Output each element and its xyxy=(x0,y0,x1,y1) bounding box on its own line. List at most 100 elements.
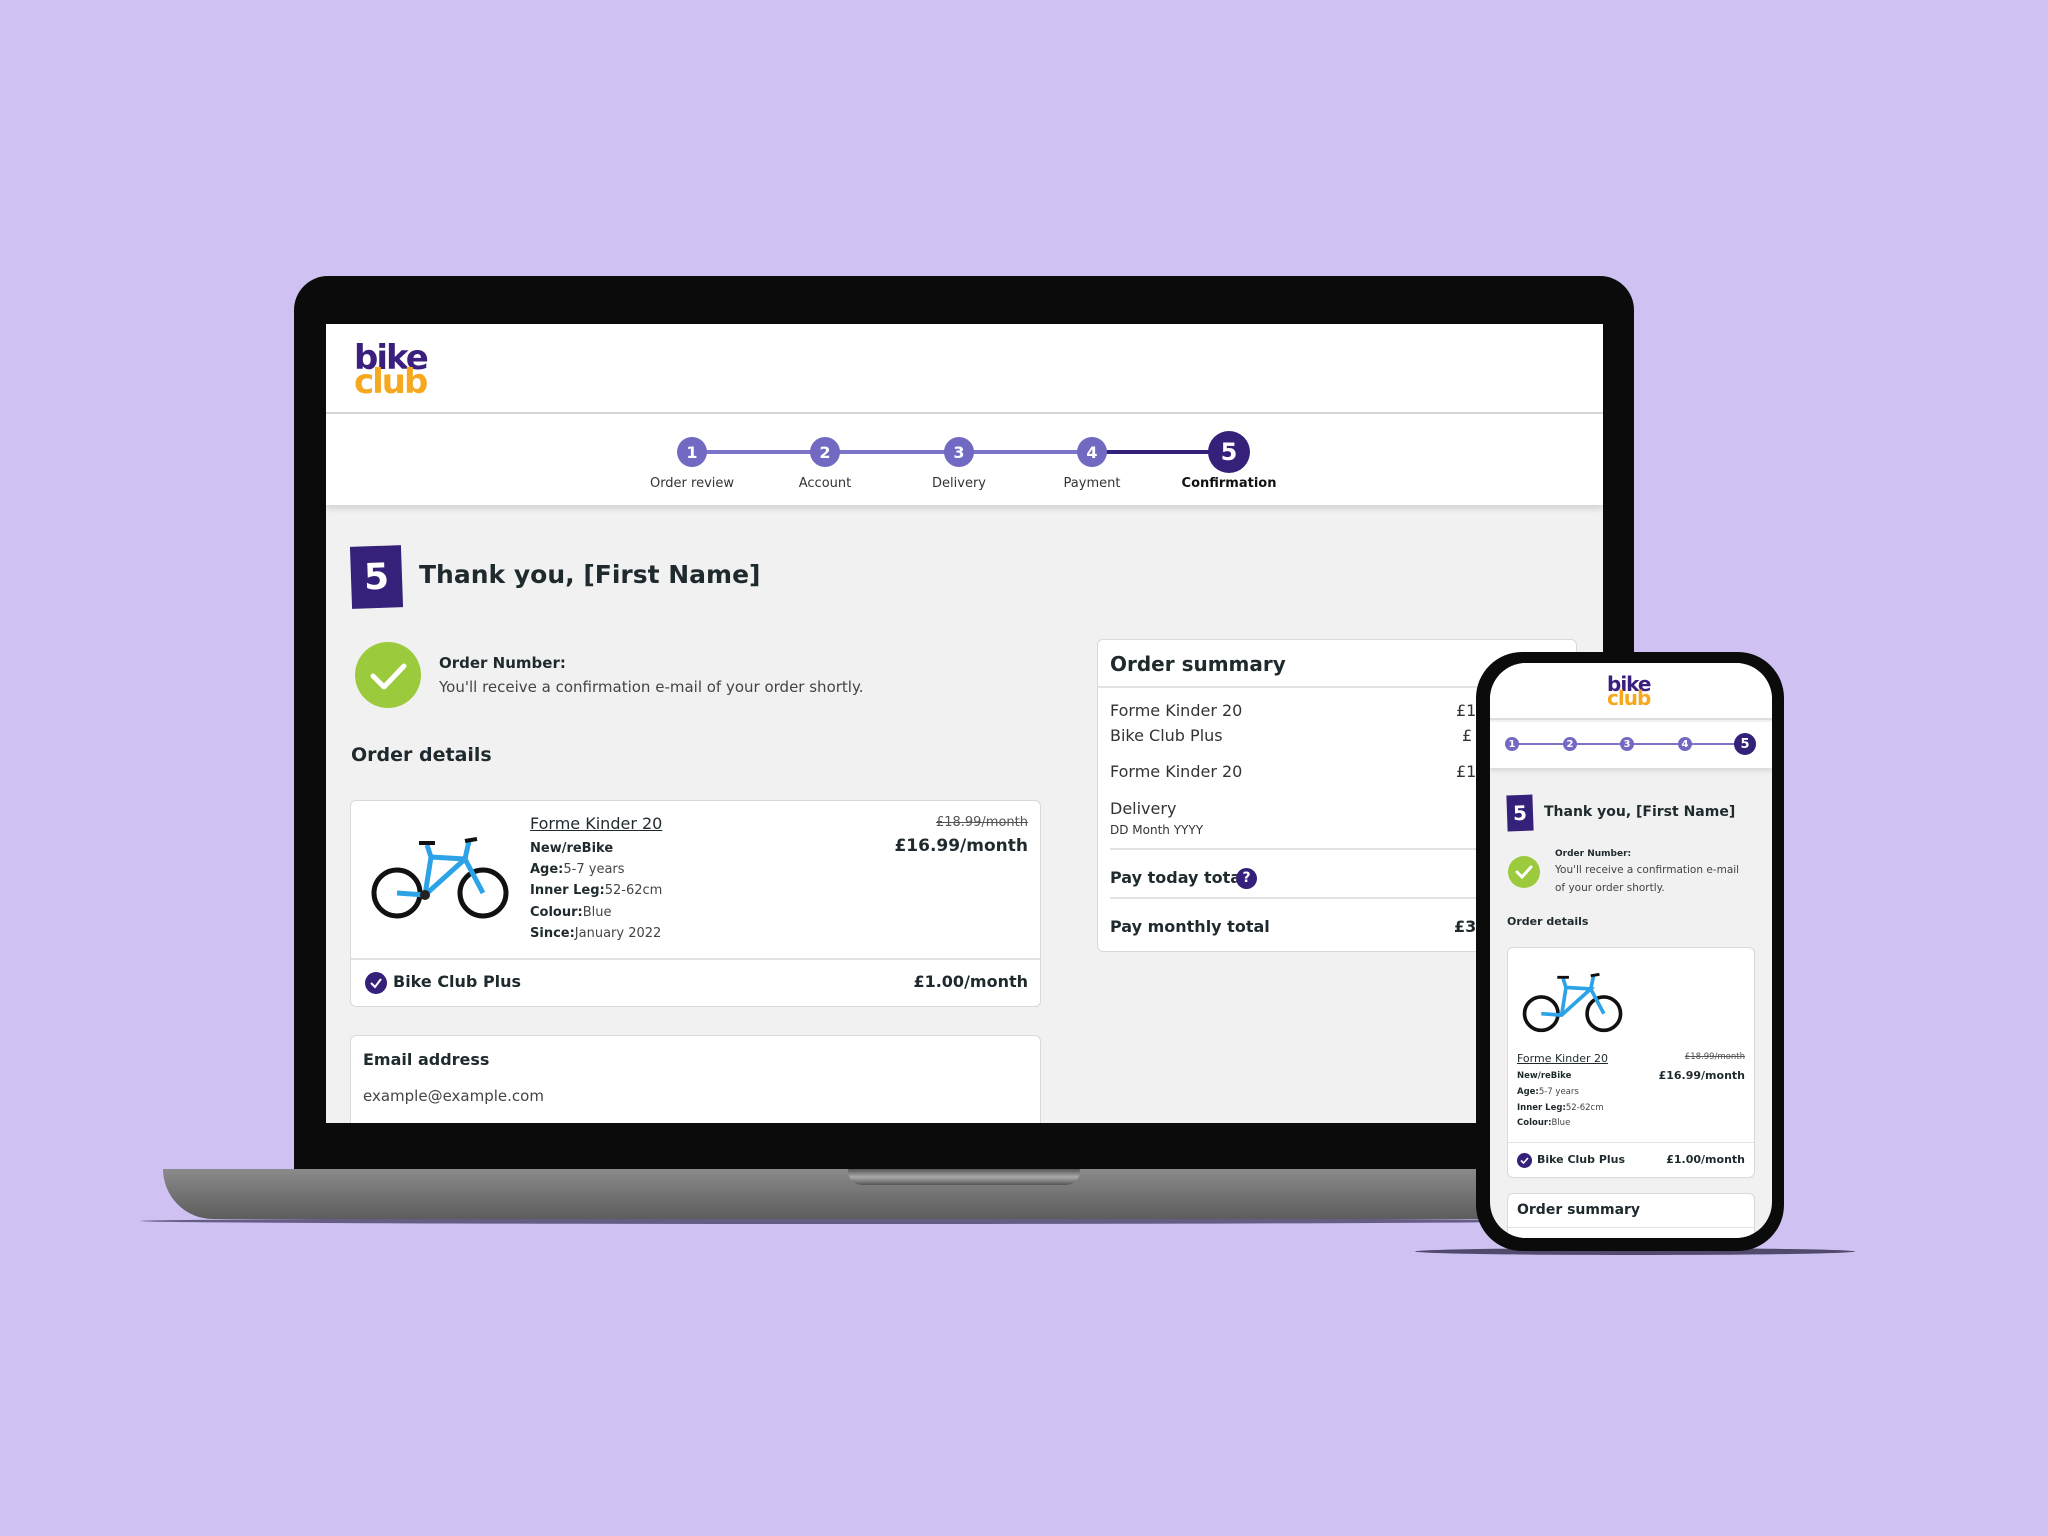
page-title: Thank you, [First Name] xyxy=(419,560,761,589)
page-title: Thank you, [First Name] xyxy=(1544,804,1736,820)
colour-label: Colour: xyxy=(530,905,583,920)
divider xyxy=(351,958,1040,960)
step-number: 2 xyxy=(1566,738,1574,750)
step-number: 4 xyxy=(1086,442,1098,462)
progress-stepper: 1 2 3 4 5 Order review Account Delivery … xyxy=(326,414,1603,505)
step-4[interactable]: 4 xyxy=(1077,437,1107,467)
since-value: January 2022 xyxy=(574,926,662,941)
step-label: Payment xyxy=(1063,476,1121,491)
header: bike club xyxy=(326,324,1603,414)
checkmark-icon xyxy=(365,972,387,994)
order-summary-heading: Order summary xyxy=(1110,652,1286,676)
email-card: Email address example@example.com xyxy=(350,1035,1041,1123)
colour-label: Colour: xyxy=(1517,1118,1552,1128)
step-number: 5 xyxy=(1220,438,1238,466)
addon-name: Bike Club Plus xyxy=(1537,1153,1626,1166)
step-badge: 5 xyxy=(1506,794,1534,832)
product-leg: Inner Leg:52-62cm xyxy=(530,883,662,898)
product-since: Since:January 2022 xyxy=(530,926,661,941)
age-value: 5-7 years xyxy=(563,862,625,877)
delivery-date: DD Month YYYY xyxy=(1110,823,1204,837)
step-label: Order review xyxy=(649,476,735,491)
laptop-notch xyxy=(848,1169,1080,1185)
product-colour: Colour:Blue xyxy=(530,905,612,920)
step-badge-number: 5 xyxy=(363,556,390,598)
email-label: Email address xyxy=(363,1050,490,1069)
summary-row-value: £1 xyxy=(1456,701,1477,720)
summary-row-label: Bike Club Plus xyxy=(1110,726,1223,745)
stepper-line-active xyxy=(1092,450,1226,454)
colour-value: Blue xyxy=(582,905,612,920)
product-name-link[interactable]: Forme Kinder 20 xyxy=(530,814,662,833)
step-5[interactable]: 5 xyxy=(1208,431,1250,473)
step-number: 1 xyxy=(686,442,698,462)
current-price: £16.99/month xyxy=(1658,1069,1745,1082)
addon-name: Bike Club Plus xyxy=(393,972,522,991)
summary-row-value: £1 xyxy=(1456,762,1477,781)
product-card: Forme Kinder 20 New/reBike Age:5-7 years… xyxy=(350,800,1041,1007)
step-5[interactable]: 5 xyxy=(1734,733,1756,755)
step-3[interactable]: 3 xyxy=(1620,737,1634,751)
divider xyxy=(1508,1227,1754,1228)
step-4[interactable]: 4 xyxy=(1678,737,1692,751)
age-label: Age: xyxy=(530,862,564,877)
product-age: Age:5-7 years xyxy=(530,862,625,877)
step-1[interactable]: 1 xyxy=(1505,737,1519,751)
leg-value: 52-62cm xyxy=(1565,1103,1604,1113)
step-number: 3 xyxy=(953,442,965,462)
step-badge: 5 xyxy=(349,545,404,609)
delivery-label: Delivery xyxy=(1110,799,1177,818)
laptop-screen: bike club 1 2 3 4 5 Order review Account… xyxy=(326,324,1603,1123)
pay-today-label: Pay today total xyxy=(1110,868,1247,887)
step-number: 4 xyxy=(1681,738,1689,750)
logo-text-bottom: club xyxy=(354,362,428,403)
confirmation-message: of your order shortly. xyxy=(1555,882,1665,894)
success-check-icon xyxy=(355,642,421,708)
leg-label: Inner Leg: xyxy=(530,883,605,898)
success-check-icon xyxy=(1508,856,1540,888)
divider xyxy=(1508,1142,1754,1143)
leg-label: Inner Leg: xyxy=(1517,1103,1566,1113)
old-price: £18.99/month xyxy=(935,815,1028,830)
step-2[interactable]: 2 xyxy=(1563,737,1577,751)
pay-monthly-label: Pay monthly total xyxy=(1110,917,1270,936)
help-question-icon[interactable]: ? xyxy=(1236,868,1257,889)
email-value: example@example.com xyxy=(363,1087,544,1105)
step-label-current: Confirmation xyxy=(1181,476,1277,491)
order-number-label: Order Number: xyxy=(1555,849,1632,859)
age-label: Age: xyxy=(1517,1087,1539,1097)
product-card: Forme Kinder 20 New/reBike Age:5-7 years… xyxy=(1507,947,1755,1178)
order-summary-heading: Order summary xyxy=(1517,1202,1641,1218)
phone-screen: bike club 1 2 3 4 5 5 Thank you, [First N… xyxy=(1490,663,1772,1238)
summary-row-label: Forme Kinder 20 xyxy=(1110,701,1243,720)
product-condition: New/reBike xyxy=(1517,1071,1572,1081)
step-label: Delivery xyxy=(932,476,986,491)
summary-row-label: Forme Kinder 20 xyxy=(1110,762,1243,781)
checkmark-icon xyxy=(1517,1153,1532,1168)
bike-image xyxy=(1522,972,1623,1033)
product-age: Age:5-7 years xyxy=(1517,1087,1579,1097)
step-2[interactable]: 2 xyxy=(810,437,840,467)
step-number: 1 xyxy=(1508,738,1516,750)
step-number: 2 xyxy=(819,442,831,462)
bike-image xyxy=(371,837,509,919)
colour-value: Blue xyxy=(1551,1118,1571,1128)
step-label: Account xyxy=(798,476,852,491)
leg-value: 52-62cm xyxy=(604,883,663,898)
step-1[interactable]: 1 xyxy=(677,437,707,467)
step-number: 5 xyxy=(1740,736,1750,752)
age-value: 5-7 years xyxy=(1538,1087,1579,1097)
mobile-header: bike club xyxy=(1490,663,1772,720)
product-condition: New/reBike xyxy=(530,841,614,856)
order-summary-card: Order summary xyxy=(1507,1193,1755,1238)
bike-club-logo[interactable]: bike club xyxy=(354,341,429,403)
product-name-link[interactable]: Forme Kinder 20 xyxy=(1517,1052,1608,1065)
mobile-stepper: 1 2 3 4 5 xyxy=(1490,722,1772,768)
bike-club-logo[interactable]: bike club xyxy=(1607,674,1651,711)
addon-price: £1.00/month xyxy=(1666,1153,1745,1166)
confirmation-message: You'll receive a confirmation e-mail of … xyxy=(439,678,864,696)
logo-text-bottom: club xyxy=(1607,686,1651,711)
product-leg: Inner Leg:52-62cm xyxy=(1517,1103,1604,1113)
step-3[interactable]: 3 xyxy=(944,437,974,467)
order-details-heading: Order details xyxy=(351,744,492,766)
